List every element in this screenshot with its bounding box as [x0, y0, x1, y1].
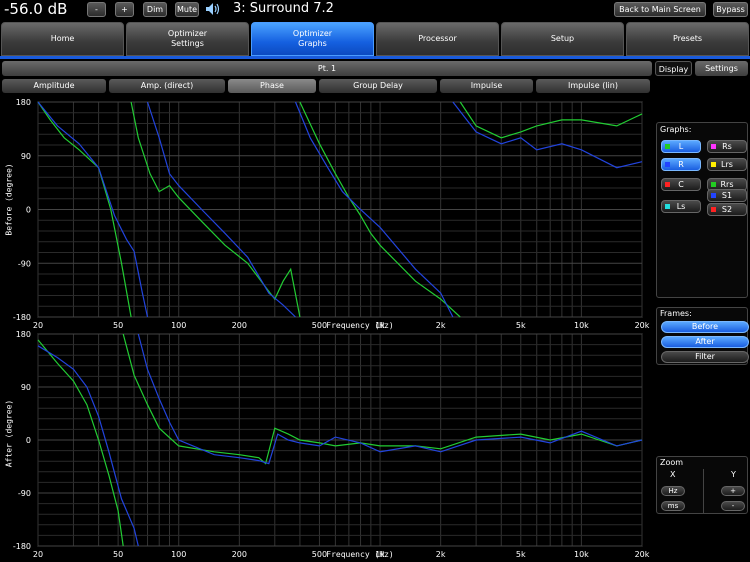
y-tick-label: 0 [26, 206, 31, 215]
x-tick-label: 10k [574, 550, 589, 559]
channel-button-s2[interactable]: S2 [707, 203, 747, 216]
channel-color-swatch [665, 204, 670, 209]
x-tick-label: 200 [232, 550, 247, 559]
frame-filter-button[interactable]: Filter [661, 351, 749, 363]
channel-button-l[interactable]: L [661, 140, 701, 153]
tab-processor[interactable]: Processor [376, 22, 499, 56]
settings-tab[interactable]: Settings [695, 61, 748, 76]
channel-color-swatch [665, 162, 670, 167]
graphs-panel: Graphs: L Rs R Lrs C Rrs Ls S1 S2 [656, 122, 748, 298]
subtab-impulse-lin[interactable]: Impulse (lin) [536, 79, 650, 93]
channel-button-s1[interactable]: S1 [707, 189, 747, 202]
zoom-y-label: Y [731, 470, 736, 479]
frame-after-button[interactable]: After [661, 336, 749, 348]
y-tick-label: -180 [13, 542, 31, 551]
zoom-hz-button[interactable]: Hz [661, 486, 685, 496]
x-tick-label: 100 [171, 550, 186, 559]
channel-label: C [678, 180, 684, 189]
channel-label: Ls [676, 202, 686, 211]
channel-color-swatch [711, 162, 716, 167]
frame-before-button[interactable]: Before [661, 321, 749, 333]
y-tick-label: -180 [13, 313, 31, 322]
zoom-x-label: X [670, 470, 676, 479]
y-tick-label: 0 [26, 436, 31, 445]
zoom-y-in-button[interactable]: + [721, 486, 745, 496]
frames-panel: Frames: Before After Filter [656, 307, 749, 365]
subtab-phase[interactable]: Phase [228, 79, 316, 93]
y-tick-label: 90 [21, 152, 31, 161]
y-tick-label: 180 [16, 98, 31, 107]
channel-color-swatch [711, 182, 716, 187]
mute-button[interactable]: Mute [175, 2, 199, 17]
subtab-amplitude[interactable]: Amplitude [2, 79, 106, 93]
zoom-title: Zoom [660, 458, 684, 467]
volume-down-button[interactable]: - [87, 2, 106, 17]
volume-up-button[interactable]: + [115, 2, 134, 17]
tab-optimizer-settings[interactable]: Optimizer Settings [126, 22, 249, 56]
tab-underline [0, 56, 750, 59]
channel-label: S1 [721, 191, 733, 200]
display-tab[interactable]: Display [655, 61, 692, 76]
channel-label: Rrs [720, 180, 734, 189]
x-tick-label: 20 [33, 550, 43, 559]
top-bar: -56.0 dB - + Dim Mute 3: Surround 7.2 Ba… [0, 0, 750, 20]
channel-label: S2 [721, 205, 733, 214]
channel-color-swatch [711, 207, 716, 212]
x-tick-label: 5k [516, 550, 526, 559]
zoom-divider [703, 469, 704, 513]
channel-label: Lrs [721, 160, 733, 169]
subtab-amp-direct[interactable]: Amp. (direct) [109, 79, 225, 93]
bypass-button[interactable]: Bypass [713, 2, 748, 17]
x-axis-label: Frequency (Hz) [326, 550, 393, 559]
dim-button[interactable]: Dim [143, 2, 167, 17]
tab-presets[interactable]: Presets [626, 22, 749, 56]
subtab-impulse[interactable]: Impulse [440, 79, 533, 93]
channel-color-swatch [711, 144, 716, 149]
x-tick-label: 500 [312, 550, 327, 559]
channel-button-lrs[interactable]: Lrs [707, 158, 747, 171]
position-header: Pt. 1 [2, 61, 652, 76]
channel-button-rs[interactable]: Rs [707, 140, 747, 153]
preset-name: 3: Surround 7.2 [233, 1, 334, 16]
after-phase-plot[interactable]: 180900-90-18020 50 100 200 500 1k 2k 5k 10k 20kFr… [0, 327, 652, 562]
graphs-title: Graphs: [660, 125, 692, 134]
zoom-ms-button[interactable]: ms [661, 501, 685, 511]
x-tick-label: 50 [113, 550, 123, 559]
channel-label: Rs [722, 142, 732, 151]
back-to-main-button[interactable]: Back to Main Screen [614, 2, 706, 17]
speaker-icon[interactable] [205, 2, 221, 16]
before-phase-plot[interactable]: 180900-90-18020 50 100 200 500 1k 2k 5k 10k 20kFr… [0, 95, 652, 333]
channel-color-swatch [665, 182, 670, 187]
channel-color-swatch [665, 144, 670, 149]
channel-color-swatch [711, 193, 716, 198]
tab-home[interactable]: Home [1, 22, 124, 56]
tab-setup[interactable]: Setup [501, 22, 624, 56]
channel-label: L [678, 142, 684, 151]
channel-button-ls[interactable]: Ls [661, 200, 701, 213]
volume-readout: -56.0 dB [4, 0, 68, 18]
channel-button-r[interactable]: R [661, 158, 701, 171]
subtab-group-delay[interactable]: Group Delay [319, 79, 437, 93]
y-tick-label: 90 [21, 383, 31, 392]
zoom-panel: Zoom X Y Hz ms + - [656, 456, 748, 514]
zoom-y-out-button[interactable]: - [721, 501, 745, 511]
channel-label: R [678, 160, 684, 169]
y-tick-label: -90 [18, 489, 31, 498]
main-tabs: Home Optimizer Settings Optimizer Graphs… [0, 22, 750, 58]
tab-optimizer-graphs[interactable]: Optimizer Graphs [251, 22, 374, 56]
channel-button-c[interactable]: C [661, 178, 701, 191]
x-tick-label: 2k [436, 550, 446, 559]
frames-title: Frames: [660, 309, 692, 318]
x-tick-label: 20k [635, 550, 650, 559]
y-tick-label: -90 [18, 259, 31, 268]
y-tick-label: 180 [16, 330, 31, 339]
